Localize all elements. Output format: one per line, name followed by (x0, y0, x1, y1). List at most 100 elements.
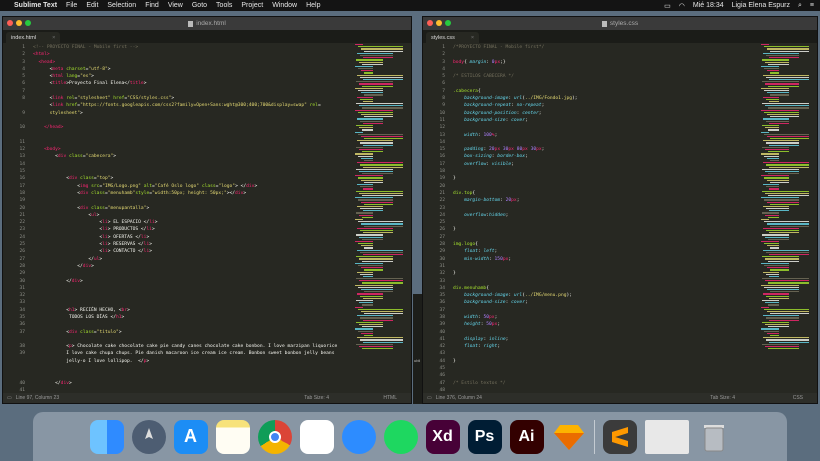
code-line[interactable]: <li> PRODUCTOS </li> (33, 226, 351, 233)
code-line[interactable] (33, 88, 351, 95)
status-box-icon[interactable]: ▭ (7, 395, 12, 401)
code-line[interactable]: jelly-o I love lollipop. </p> (33, 358, 351, 365)
code-line[interactable]: <html lang="es"> (33, 73, 351, 80)
close-tab-icon[interactable]: × (471, 35, 474, 41)
spotify-icon[interactable] (383, 419, 418, 454)
code-line[interactable]: overflow:hidden; (453, 212, 757, 219)
title-bar[interactable]: styles.css (423, 17, 817, 30)
code-line[interactable]: </head> (33, 124, 351, 131)
code-line[interactable] (453, 66, 757, 73)
menu-edit[interactable]: Edit (86, 2, 98, 9)
code-line[interactable]: background-position: center; (453, 110, 757, 117)
code-line[interactable] (33, 270, 351, 277)
code-editor[interactable]: 1 2 3 4 5 6 7 8 9 10 11 12 13 14 15 16 17 18 19 20 21 22 23 24 2… (3, 43, 411, 393)
close-icon[interactable] (427, 20, 433, 26)
code-line[interactable]: <img src="IMG/Logo.png" alt="Café Oslo l… (33, 183, 351, 190)
code-line[interactable] (33, 132, 351, 139)
code-line[interactable] (453, 219, 757, 226)
code-line[interactable]: <html> (33, 51, 351, 58)
code-line[interactable]: .cabecera{ (453, 88, 757, 95)
code-line[interactable]: display: inline; (453, 336, 757, 343)
code-line[interactable]: <body> (33, 146, 351, 153)
code-line[interactable]: img.logo{ (453, 241, 757, 248)
menu-project[interactable]: Project (241, 2, 263, 9)
code-line[interactable]: overflow: visible; (453, 161, 757, 168)
code-line[interactable] (453, 329, 757, 336)
code-line[interactable]: <link rel="stylesheet" href="CSS/styles.… (33, 95, 351, 102)
window-preview-icon[interactable] (644, 419, 689, 454)
code-line[interactable]: box-sizing: border-box; (453, 153, 757, 160)
code-line[interactable]: div.top{ (453, 190, 757, 197)
code-line[interactable] (453, 307, 757, 314)
sublime-text-icon[interactable] (602, 419, 637, 454)
code-line[interactable] (33, 139, 351, 146)
code-line[interactable]: background-size: cover; (453, 117, 757, 124)
menu-view[interactable]: View (168, 2, 183, 9)
code-line[interactable] (33, 161, 351, 168)
tab-styles-css[interactable]: styles.css × (426, 32, 480, 43)
illustrator-icon[interactable]: Ai (509, 419, 544, 454)
code-line[interactable]: I love cake chupa chups. Pie danish maca… (33, 350, 351, 357)
code-line[interactable] (453, 139, 757, 146)
tab-size[interactable]: Tab Size: 4 (304, 395, 329, 401)
minimize-icon[interactable] (16, 20, 22, 26)
code-line[interactable]: margin-bottom: 20px; (453, 197, 757, 204)
code-line[interactable]: padding: 20px 30px 80px 30px; (453, 146, 757, 153)
code-line[interactable]: } (453, 226, 757, 233)
code-line[interactable]: background-image: url(../IMG/Fondo1.jpg)… (453, 95, 757, 102)
code-line[interactable]: <li> CONTACTO </li> (33, 248, 351, 255)
code-line[interactable]: } (453, 175, 757, 182)
code-line[interactable] (33, 372, 351, 379)
code-line[interactable]: TODOS LOS DÍAS </h1> (33, 314, 351, 321)
code-line[interactable] (453, 263, 757, 270)
adobe-xd-icon[interactable]: Xd (425, 419, 460, 454)
code-line[interactable]: <div class="top"> (33, 175, 351, 182)
code-line[interactable] (453, 168, 757, 175)
code-line[interactable]: width: 100%; (453, 132, 757, 139)
code-line[interactable] (33, 285, 351, 292)
code-line[interactable]: } (453, 270, 757, 277)
code-line[interactable]: </div> (33, 380, 351, 387)
syntax-mode[interactable]: HTML (383, 395, 397, 401)
menu-selection[interactable]: Selection (107, 2, 136, 9)
code-line[interactable]: /* ESTILOS CABECERA */ (453, 73, 757, 80)
code-line[interactable] (453, 205, 757, 212)
code-line[interactable] (453, 278, 757, 285)
code-line[interactable] (453, 183, 757, 190)
code-line[interactable] (33, 292, 351, 299)
chrome-icon[interactable] (257, 419, 292, 454)
minimap[interactable] (353, 43, 411, 393)
code-line[interactable]: float: left; (453, 248, 757, 255)
code-line[interactable] (453, 80, 757, 87)
code-line[interactable]: height: 50px; (453, 321, 757, 328)
code-line[interactable]: } (453, 358, 757, 365)
code-line[interactable]: /*PROYECTO FINAL - Mobile first*/ (453, 44, 757, 51)
code-line[interactable] (33, 321, 351, 328)
code-line[interactable]: <li> OFERTAS </li> (33, 234, 351, 241)
code-line[interactable]: <ul> (33, 212, 351, 219)
code-line[interactable]: <h1> RECIÉN HECHO, <br> (33, 307, 351, 314)
finder-icon[interactable] (89, 419, 124, 454)
menu-window[interactable]: Window (272, 2, 297, 9)
notes-icon[interactable] (215, 419, 250, 454)
clock[interactable]: Mié 18:34 (693, 2, 724, 9)
code-line[interactable] (33, 117, 351, 124)
code-text[interactable]: /*PROYECTO FINAL - Mobile first*/ body{ m… (453, 43, 757, 393)
code-line[interactable]: min-width: 150px; (453, 256, 757, 263)
code-line[interactable]: <li> RESERVAS </li> (33, 241, 351, 248)
code-line[interactable]: background-image: url(../IMG/menu.png); (453, 292, 757, 299)
code-line[interactable]: <p> Chocolate cake chocolate cake pie ca… (33, 343, 351, 350)
code-line[interactable] (453, 234, 757, 241)
code-line[interactable] (453, 124, 757, 131)
tab-index-html[interactable]: index.html × (6, 32, 61, 43)
code-line[interactable]: background-repeat: no-repeat; (453, 102, 757, 109)
code-line[interactable] (453, 51, 757, 58)
code-line[interactable]: background-size: cover; (453, 299, 757, 306)
tab-size[interactable]: Tab Size: 4 (710, 395, 735, 401)
zoom-icon[interactable] (25, 20, 31, 26)
code-line[interactable]: div.menuhamb{ (453, 285, 757, 292)
zoom-icon[interactable] (341, 419, 376, 454)
code-line[interactable] (33, 197, 351, 204)
close-icon[interactable] (7, 20, 13, 26)
status-box-icon[interactable]: ▭ (427, 395, 432, 401)
